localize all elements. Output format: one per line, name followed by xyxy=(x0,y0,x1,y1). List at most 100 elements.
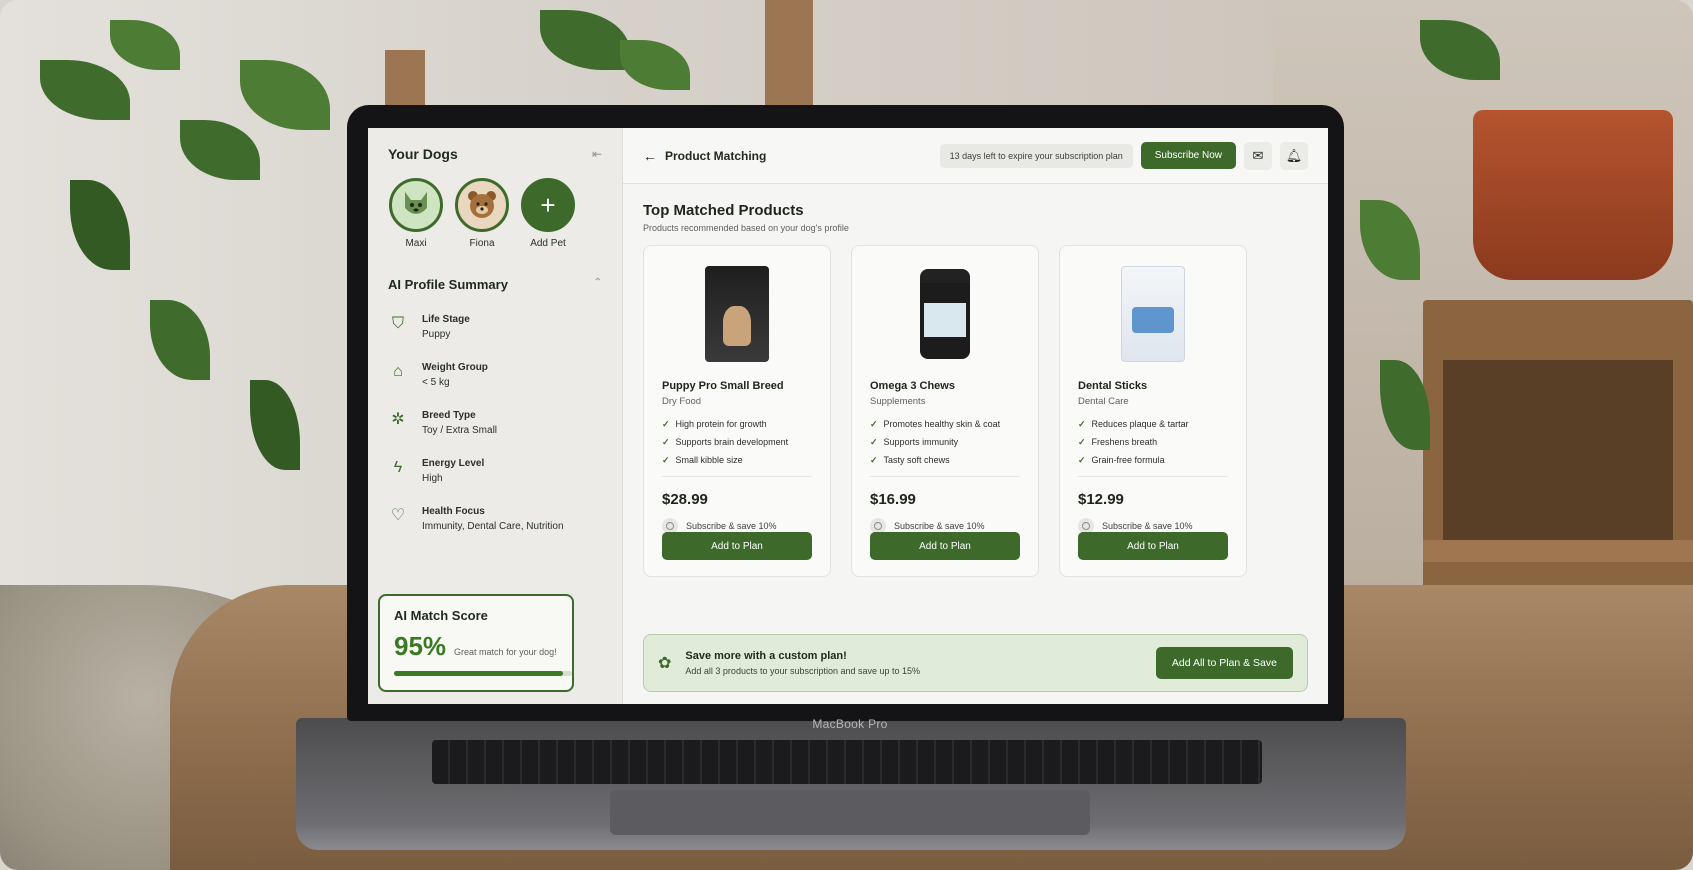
attr-weight-group: ⌂ Weight Group < 5 kg xyxy=(388,362,602,388)
chevron-up-icon: ⌃ xyxy=(593,277,602,288)
paw-badge-icon: ⛉ xyxy=(391,315,404,332)
add-pet-button[interactable]: + Add Pet xyxy=(520,178,576,249)
attr-value: High xyxy=(422,473,443,484)
product-image xyxy=(662,260,812,368)
check-icon: ✓ xyxy=(1078,419,1086,429)
match-title: AI Match Score xyxy=(394,608,488,623)
attr-label: Energy Level xyxy=(422,458,485,469)
attr-label: Health Focus xyxy=(422,506,485,517)
add-all-to-plan-button[interactable]: Add All to Plan & Save xyxy=(1155,647,1293,679)
add-to-plan-button[interactable]: Add to Plan xyxy=(870,532,1020,560)
match-progress-bar xyxy=(394,671,572,676)
subscribe-option-label: Subscribe & save 10% xyxy=(686,521,777,531)
feature-item: ✓ Grain-free formula xyxy=(1078,455,1228,466)
add-to-plan-button[interactable]: Add to Plan xyxy=(662,532,812,560)
pet-fiona[interactable]: Fiona xyxy=(454,178,510,249)
section-title: Top Matched Products xyxy=(643,202,804,219)
subscribe-option-label: Subscribe & save 10% xyxy=(1102,521,1193,531)
lightning-icon: ϟ xyxy=(393,459,403,476)
feature-text: Supports brain development xyxy=(675,437,789,447)
product-category: Dental Care xyxy=(1078,396,1129,407)
check-icon: ✓ xyxy=(870,455,878,465)
page-title: Product Matching xyxy=(665,148,767,163)
content-area: Top Matched Products Products recommende… xyxy=(623,184,1328,704)
plant-leaf xyxy=(70,180,130,270)
add-to-plan-button[interactable]: Add to Plan xyxy=(1078,532,1228,560)
attr-energy-level: ϟ Energy Level High xyxy=(388,458,602,484)
attr-value: Immunity, Dental Care, Nutrition xyxy=(422,521,564,532)
app-screen: Your Dogs ⇤ Maxi Fiona + Add Pet AI Prof… xyxy=(368,128,1328,704)
check-icon: ✓ xyxy=(1078,455,1086,465)
feature-text: Tasty soft chews xyxy=(883,455,950,465)
keyboard xyxy=(432,740,1262,784)
plant-leaf xyxy=(110,20,180,70)
match-subtitle: Great match for your dog! xyxy=(454,647,557,657)
pet-name: Fiona xyxy=(469,238,495,249)
trackpad xyxy=(610,790,1090,835)
product-image xyxy=(1078,260,1228,368)
profile-summary-header[interactable]: AI Profile Summary ⌃ xyxy=(388,277,602,292)
pet-name: Maxi xyxy=(405,238,427,249)
plan-badge-icon: ✿ xyxy=(658,655,672,672)
mail-icon[interactable]: ✉ xyxy=(1244,141,1272,170)
sidebar: Your Dogs ⇤ Maxi Fiona + Add Pet AI Prof… xyxy=(368,128,623,704)
attr-value: < 5 kg xyxy=(422,377,450,388)
plus-icon: + xyxy=(521,178,575,232)
check-icon: ✓ xyxy=(1078,437,1086,447)
plant-leaf xyxy=(620,40,690,90)
product-card: Puppy Pro Small Breed Dry Food ✓ High pro… xyxy=(643,245,831,577)
subscribe-now-button[interactable]: Subscribe Now xyxy=(1140,142,1236,169)
shelf-board xyxy=(1423,540,1693,562)
heart-shield-icon: ♡ xyxy=(390,507,406,524)
feature-text: Supports immunity xyxy=(883,437,959,447)
product-image xyxy=(870,260,1020,368)
match-row: 95% Great match for your dog! xyxy=(394,631,558,662)
product-name: Dental Sticks xyxy=(1078,380,1148,392)
attr-value: Puppy xyxy=(422,329,451,340)
bell-icon[interactable]: 🔔︎ xyxy=(1280,141,1308,170)
product-card: Dental Sticks Dental Care ✓ Reduces plaqu… xyxy=(1059,245,1247,577)
pet-list: Maxi Fiona + Add Pet xyxy=(388,178,602,249)
plant-pot xyxy=(1473,110,1673,280)
feature-item: ✓ Supports immunity xyxy=(870,437,1020,448)
feature-item: ✓ Promotes healthy skin & coat xyxy=(870,419,1020,430)
plant-leaf xyxy=(240,60,330,130)
feature-item: ✓ Tasty soft chews xyxy=(870,455,1020,466)
attr-label: Breed Type xyxy=(422,410,476,421)
match-score: 95% xyxy=(394,631,447,661)
check-icon: ✓ xyxy=(870,419,878,429)
sidebar-toggle-icon[interactable]: ⇤ xyxy=(592,147,602,161)
feature-text: Small kibble size xyxy=(675,455,743,465)
feature-text: Freshens breath xyxy=(1091,437,1158,447)
pet-maxi[interactable]: Maxi xyxy=(388,178,444,249)
sidebar-header: Your Dogs ⇤ xyxy=(388,146,602,162)
feature-list: ✓ Promotes healthy skin & coat ✓ Supports … xyxy=(870,419,1020,477)
plant-leaf xyxy=(180,120,260,180)
attr-value: Toy / Extra Small xyxy=(422,425,498,436)
device-label: MacBook Pro xyxy=(812,717,888,731)
plant-leaf xyxy=(40,60,130,120)
dog-avatar-icon xyxy=(455,178,509,232)
attr-label: Weight Group xyxy=(422,362,488,373)
food-bag-image xyxy=(705,266,769,362)
plant-leaf xyxy=(540,10,630,70)
promo-subtitle: Add all 3 products to your subscription … xyxy=(685,666,921,676)
product-name: Puppy Pro Small Breed xyxy=(662,380,784,392)
treat-bag-image xyxy=(1121,266,1185,362)
pet-name: Add Pet xyxy=(530,238,566,249)
check-icon: ✓ xyxy=(662,419,670,429)
custom-plan-banner: ✿ Save more with a custom plan! Add all … xyxy=(643,634,1308,692)
supplement-jar-image xyxy=(920,269,970,359)
wood-beam xyxy=(385,50,425,110)
feature-text: Grain-free formula xyxy=(1091,455,1165,465)
product-price: $12.99 xyxy=(1078,491,1124,508)
main-panel: ← Product Matching 13 days left to expir… xyxy=(623,128,1328,704)
shelf-cavity xyxy=(1443,360,1673,550)
match-progress-fill xyxy=(394,671,564,676)
attr-health-focus: ♡ Health Focus Immunity, Dental Care, Nu… xyxy=(388,506,602,532)
product-name: Omega 3 Chews xyxy=(870,380,955,392)
back-arrow-icon[interactable]: ← xyxy=(643,148,657,164)
plant-leaf xyxy=(150,300,210,380)
product-cards: Puppy Pro Small Breed Dry Food ✓ High pro… xyxy=(643,245,1308,577)
dog-avatar-icon xyxy=(389,178,443,232)
